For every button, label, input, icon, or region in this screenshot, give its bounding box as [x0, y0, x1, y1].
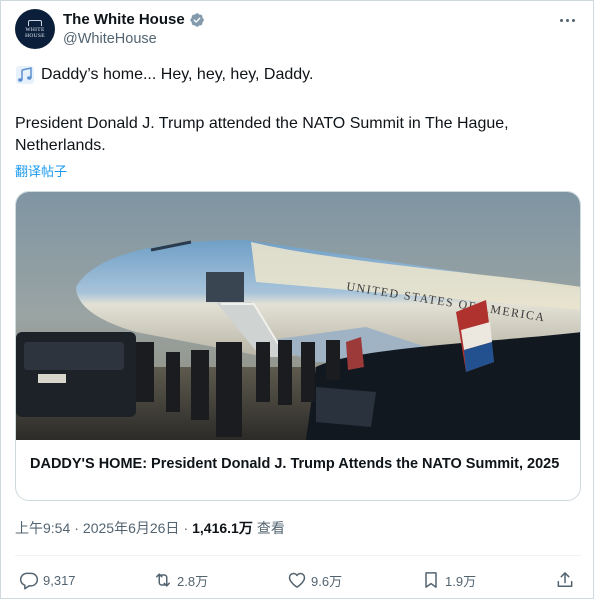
display-name[interactable]: The White House [63, 11, 185, 28]
repost-count: 2.8万 [177, 573, 209, 589]
translate-post-link[interactable]: 翻译帖子 [15, 161, 67, 180]
meta-separator: · [183, 520, 189, 536]
link-card[interactable]: UNITED STATES OF AMERICA DADDY'S HOME: P… [15, 191, 581, 501]
post-date[interactable]: 2025年6月26日 [83, 518, 180, 538]
share-button[interactable] [555, 567, 575, 593]
post-text-line1-content: Daddy’s home... Hey, hey, hey, Daddy. [41, 66, 314, 83]
tweet-card: WHITE HOUSE The White House @WhiteHouse … [0, 0, 594, 599]
author-info: The White House @WhiteHouse [63, 10, 205, 47]
bookmark-count: 1.9万 [445, 573, 477, 589]
heart-icon [288, 572, 306, 588]
action-bar: 9,317 2.8万 9.6万 1.9万 [15, 567, 581, 593]
views-count: 1,416.1万 [192, 520, 253, 536]
reply-icon [19, 572, 39, 590]
handle[interactable]: @WhiteHouse [63, 31, 205, 47]
views-label: 查看 [256, 520, 285, 536]
like-count: 9.6万 [311, 573, 343, 589]
reply-count: 9,317 [43, 572, 76, 588]
musical-notes-icon [16, 66, 34, 84]
bookmark-button[interactable]: 1.9万 [421, 567, 476, 593]
post-time[interactable]: 上午9:54 [15, 518, 70, 538]
repost-icon [156, 573, 170, 587]
repost-button[interactable]: 2.8万 [153, 567, 208, 593]
card-title[interactable]: DADDY'S HOME: President Donald J. Trump … [30, 454, 570, 475]
divider [15, 555, 581, 556]
like-button[interactable]: 9.6万 [287, 567, 342, 593]
card-media-image[interactable]: UNITED STATES OF AMERICA [16, 192, 581, 440]
post-meta: 上午9:54 · 2025年6月26日 · 1,416.1万 查看 [15, 518, 285, 538]
tweet-header: WHITE HOUSE The White House @WhiteHouse [15, 9, 581, 49]
share-icon [557, 572, 573, 587]
seal-icon [28, 19, 42, 26]
meta-separator: · [74, 520, 79, 536]
post-text-line1: Daddy’s home... Hey, hey, hey, Daddy. [15, 65, 581, 85]
reply-button[interactable]: 9,317 [19, 567, 76, 593]
more-options-icon[interactable] [555, 11, 579, 29]
avatar-text-line2: HOUSE [25, 32, 45, 39]
verified-badge-icon [190, 12, 204, 27]
bookmark-icon [425, 572, 437, 588]
post-text-paragraph: President Donald J. Trump attended the N… [15, 115, 509, 154]
avatar[interactable]: WHITE HOUSE [15, 9, 55, 49]
